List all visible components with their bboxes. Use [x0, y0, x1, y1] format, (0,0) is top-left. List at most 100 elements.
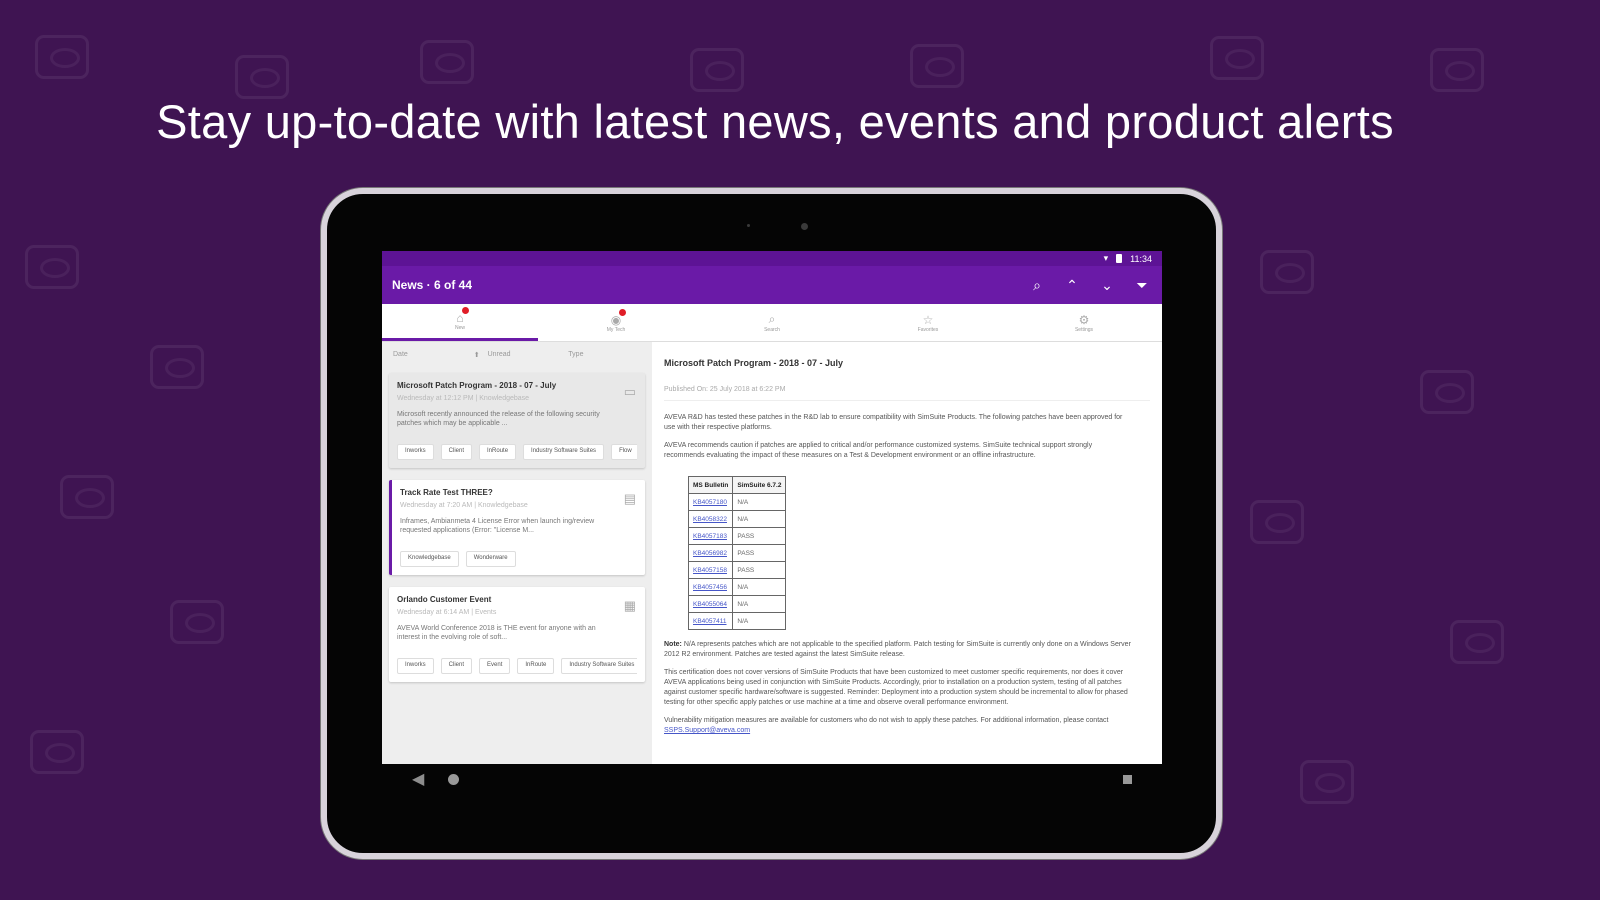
background-icon [170, 600, 224, 644]
kb-link[interactable]: KB4057183 [693, 533, 727, 540]
contact-text: Vulnerability mitigation measures are av… [664, 717, 1109, 724]
sort-arrow-icon[interactable]: ⬆ [474, 351, 480, 359]
search-icon[interactable]: ⌕ [1027, 277, 1047, 294]
recent-apps-icon[interactable] [1123, 774, 1132, 784]
kb-link[interactable]: KB4058322 [693, 516, 727, 523]
background-icon [1420, 370, 1474, 414]
news-card[interactable]: Orlando Customer Event Wednesday at 6:14… [389, 587, 645, 682]
background-icon [1300, 760, 1354, 804]
table-header: MS Bulletin [687, 476, 734, 494]
table-row: KB4057158 PASS [687, 561, 787, 579]
tag[interactable]: Flow [611, 444, 637, 460]
background-icon [420, 40, 474, 84]
notification-badge [619, 308, 627, 316]
android-nav-bar: ◀ [382, 765, 1162, 793]
table-cell: PASS [732, 544, 787, 562]
tab-new[interactable]: ⌂ New [382, 304, 538, 341]
home-icon: ⌂ [456, 307, 469, 325]
table-cell: PASS [732, 561, 787, 579]
card-meta: Wednesday at 7:20 AM | Knowledgebase [400, 502, 528, 509]
patch-table: MS Bulletin SimSuite 6.7.2 KB4057180 N/A … [687, 476, 787, 630]
background-icon [35, 35, 89, 79]
kb-link[interactable]: KB4057456 [693, 584, 727, 591]
tag[interactable]: Industry Software Suites [523, 444, 605, 460]
tag[interactable]: Client [440, 444, 473, 460]
calendar-icon: ▦ [623, 598, 636, 613]
tag[interactable]: Inworks [397, 658, 434, 674]
search-icon: ⌕ [768, 312, 776, 326]
front-camera [801, 223, 808, 230]
table-row: KB4058322 N/A [687, 510, 787, 528]
background-icon [25, 245, 79, 289]
card-summary: AVEVA World Conference 2018 is THE event… [397, 625, 596, 641]
table-cell: N/A [732, 510, 787, 528]
support-email-link[interactable]: SSPS.Support@aveva.com [664, 727, 750, 734]
tag[interactable]: Inworks [397, 444, 434, 460]
tab-settings[interactable]: ⚙ Settings [1006, 304, 1162, 341]
background-icon [30, 730, 84, 774]
background-icon [910, 44, 964, 88]
news-card[interactable]: Microsoft Patch Program - 2018 - 07 - Ju… [389, 373, 645, 468]
filter-unread[interactable]: Unread [488, 351, 561, 359]
document-icon: ▤ [623, 491, 636, 506]
tab-search[interactable]: ⌕ Search [694, 304, 850, 341]
kb-link[interactable]: KB4057158 [693, 567, 727, 574]
filter-row: Date ⬆ Unread Type [389, 351, 645, 359]
tab-favorites[interactable]: ☆ Favorites [850, 304, 1006, 341]
note-label: Note: [664, 641, 682, 648]
tab-my-tech[interactable]: ◉ My Tech [538, 304, 694, 341]
published-date: Published On: 25 July 2018 at 6:22 PM [664, 386, 1150, 401]
tab-label: Search [764, 327, 780, 333]
kb-link[interactable]: KB4057180 [693, 499, 727, 506]
tag[interactable]: Industry Software Suites [561, 658, 637, 674]
background-icon [1210, 36, 1264, 80]
note-text: N/A represents patches which are not app… [664, 641, 1131, 658]
tab-label: Settings [1074, 326, 1094, 333]
filter-date[interactable]: Date [393, 351, 466, 359]
tab-label: New [454, 325, 465, 331]
star-icon: ☆ [922, 312, 934, 327]
table-header-row: MS Bulletin SimSuite 6.7.2 [687, 476, 787, 494]
tab-label: Favorites [917, 326, 939, 333]
news-card[interactable]: Track Rate Test THREE? Wednesday at 7:20… [389, 480, 645, 575]
down-arrow-icon[interactable]: ⌄ [1097, 277, 1117, 294]
background-icon [690, 48, 744, 92]
article-detail: Microsoft Patch Program - 2018 - 07 - Ju… [652, 342, 1162, 764]
card-meta: Wednesday at 12:12 PM | Knowledgebase [397, 395, 530, 402]
sensor-dot [747, 224, 750, 227]
status-time: 11:34 [1130, 253, 1152, 264]
filter-type[interactable]: Type [568, 351, 641, 359]
kb-link[interactable]: KB4055064 [693, 601, 727, 608]
table-row: KB4056982 PASS [687, 544, 787, 562]
app-bar: News · 6 of 44 ⌕ ⌃ ⌄ ⏷ [382, 266, 1162, 304]
filter-icon[interactable]: ⏷ [1132, 277, 1152, 294]
tablet-frame: ▾ 11:34 News · 6 of 44 ⌕ ⌃ ⌄ ⏷ ⌂ New ◉ M… [321, 188, 1222, 859]
tag[interactable]: InRoute [517, 658, 555, 674]
tag[interactable]: Event [479, 658, 511, 674]
app-screen: ▾ 11:34 News · 6 of 44 ⌕ ⌃ ⌄ ⏷ ⌂ New ◉ M… [382, 251, 1162, 764]
background-icon [150, 345, 204, 389]
tag[interactable]: Wonderware [465, 551, 516, 567]
home-circle-icon[interactable] [448, 773, 460, 785]
article-note: Note: N/A represents patches which are n… [664, 640, 1134, 660]
tab-label: My Tech [606, 326, 626, 333]
tag[interactable]: Knowledgebase [400, 551, 459, 567]
headline: Stay up-to-date with latest news, events… [156, 95, 1394, 148]
article-title: Microsoft Patch Program - 2018 - 07 - Ju… [664, 358, 844, 368]
tag[interactable]: Client [440, 658, 473, 674]
card-title: Track Rate Test THREE? [400, 488, 493, 497]
up-arrow-icon[interactable]: ⌃ [1062, 277, 1082, 294]
battery-icon [1116, 254, 1123, 263]
background-icon [1260, 250, 1314, 294]
document-icon: ▭ [623, 384, 636, 399]
back-icon[interactable]: ◀ [412, 769, 424, 789]
kb-link[interactable]: KB4056982 [693, 550, 727, 557]
card-meta: Wednesday at 6:14 AM | Events [397, 609, 497, 616]
table-row: KB4057456 N/A [687, 578, 787, 596]
kb-link[interactable]: KB4057411 [693, 618, 727, 625]
main-content: Date ⬆ Unread Type Microsoft Patch Progr… [382, 342, 1162, 764]
tag[interactable]: InRoute [479, 444, 517, 460]
article-paragraph: This certification does not cover versio… [664, 669, 1128, 706]
table-header: SimSuite 6.7.2 [732, 476, 787, 494]
app-title: News · 6 of 44 [392, 278, 473, 292]
